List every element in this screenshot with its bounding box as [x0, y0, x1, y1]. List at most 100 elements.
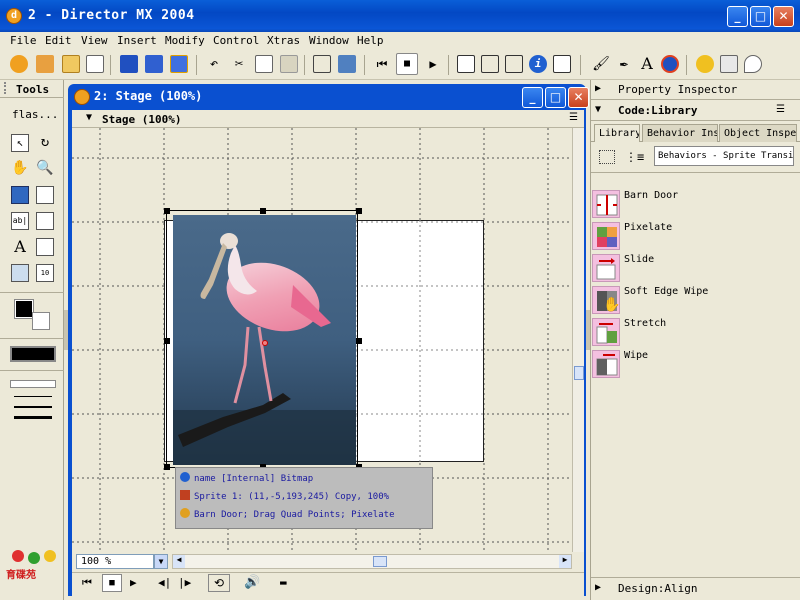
library-category-select[interactable]: Behaviors - Sprite Transit [654, 146, 794, 166]
foreground-color-swatch[interactable] [14, 299, 34, 319]
find-cast-member-icon[interactable] [313, 55, 331, 73]
close-button[interactable]: ✕ [773, 6, 794, 27]
undo-icon[interactable]: ↶ [205, 55, 223, 73]
left-splitter[interactable] [64, 310, 68, 350]
sprite-handle-bl[interactable] [164, 464, 170, 470]
save-all-icon[interactable] [145, 55, 163, 73]
menu-view[interactable]: View [81, 34, 108, 47]
save-icon[interactable] [120, 55, 138, 73]
tab-behavior-inspector[interactable]: Behavior Inspe [642, 124, 718, 142]
volume-icon[interactable]: 🔊 [244, 575, 260, 590]
selected-frames-icon[interactable]: ▬ [280, 576, 287, 589]
library-view-icon[interactable] [599, 150, 615, 164]
stop-icon[interactable]: ■ [396, 53, 418, 75]
maximize-button[interactable]: □ [750, 6, 771, 27]
stage-stop-icon[interactable]: ■ [102, 574, 122, 592]
library-options-icon[interactable]: ☰ [776, 104, 785, 115]
behavior-item-pixelate[interactable]: Pixelate [592, 222, 772, 252]
sprite-registration-point[interactable] [262, 340, 268, 346]
zoom-tool-icon[interactable]: 🔍 [36, 160, 54, 178]
right-splitter[interactable] [586, 310, 590, 350]
menu-xtras[interactable]: Xtras [267, 34, 300, 47]
cast-window-icon[interactable] [481, 55, 499, 73]
code-library-header[interactable]: ▼ Code:Library ☰ [591, 101, 800, 121]
field-tool-icon[interactable]: ab| [11, 212, 29, 230]
sprite-handle-ml[interactable] [164, 338, 170, 344]
paint-brush-icon[interactable]: 🖌 [592, 55, 610, 73]
sprite-handle-tm[interactable] [260, 208, 266, 214]
stage-vertical-scrollbar[interactable] [572, 128, 584, 552]
button-tool-icon[interactable] [11, 186, 29, 204]
import-icon[interactable] [86, 55, 104, 73]
hand-tool-icon[interactable]: ✋ [11, 160, 29, 178]
sprite-handle-tr[interactable] [356, 208, 362, 214]
stage-play-icon[interactable]: ▶ [130, 576, 137, 589]
collapse-arrow-icon[interactable]: ▼ [86, 112, 92, 123]
design-align-header[interactable]: ▶ Design:Align [591, 577, 800, 599]
line-width-3[interactable] [14, 416, 52, 419]
text-tool-icon[interactable]: A [11, 238, 29, 256]
rotate-tool-icon[interactable]: ↻ [36, 134, 54, 152]
menu-window[interactable]: Window [309, 34, 349, 47]
menu-help[interactable]: Help [357, 34, 384, 47]
vertical-scroll-thumb[interactable] [574, 366, 584, 380]
text-icon[interactable]: A [638, 55, 656, 73]
menu-edit[interactable]: Edit [45, 34, 72, 47]
tab-object-inspector[interactable]: Object Inspect [719, 124, 797, 142]
behavior-item-slide[interactable]: Slide [592, 254, 772, 284]
step-forward-icon[interactable]: |▶ [178, 576, 191, 589]
horizontal-scroll-thumb[interactable] [373, 556, 387, 567]
library-list-icon[interactable]: ⋮≡ [625, 150, 644, 164]
script-icon[interactable] [720, 55, 738, 73]
property-inspector-header[interactable]: ▶ Property Inspector [591, 80, 800, 100]
sprite-handle-mr[interactable] [356, 338, 362, 344]
behavior-icon[interactable] [696, 55, 714, 73]
behavior-item-stretch[interactable]: Stretch [592, 318, 772, 348]
director-app-icon[interactable]: d [6, 8, 22, 24]
rewind-icon[interactable]: ⏮ [373, 55, 391, 73]
stage-horizontal-scrollbar[interactable]: ◀ ▶ [172, 554, 572, 569]
shape-tool-icon[interactable] [11, 264, 29, 282]
sprite-handle-tl[interactable] [164, 208, 170, 214]
scroll-left-icon[interactable]: ◀ [173, 555, 185, 568]
stage-rewind-icon[interactable]: ⏮ [82, 576, 92, 590]
sprite-selection-box[interactable] [166, 210, 358, 468]
number-tool-icon[interactable]: 10 [36, 264, 54, 282]
open-folder-icon[interactable] [62, 55, 80, 73]
line-tool-icon[interactable] [36, 238, 54, 256]
shockwave-3d-icon[interactable] [661, 55, 679, 73]
checkbox-tool-icon[interactable] [36, 212, 54, 230]
menu-control[interactable]: Control [213, 34, 259, 47]
new-cast-icon[interactable] [36, 55, 54, 73]
publish-icon[interactable] [170, 55, 188, 73]
exchange-cast-icon[interactable] [338, 55, 356, 73]
behavior-item-soft-edge-wipe[interactable]: ✋ Soft Edge Wipe [592, 286, 772, 316]
arrow-tool-icon[interactable]: ↖ [11, 134, 29, 152]
stage-maximize-button[interactable]: □ [545, 87, 566, 108]
scroll-right-icon[interactable]: ▶ [559, 555, 571, 568]
copy-icon[interactable] [255, 55, 273, 73]
cut-icon[interactable]: ✂ [230, 55, 248, 73]
tool-type-dropdown[interactable]: flas... [12, 108, 58, 121]
library-icon[interactable] [553, 55, 571, 73]
step-back-icon[interactable]: ◀| [158, 576, 171, 589]
loop-icon[interactable]: ⟲ [208, 574, 230, 592]
tab-library[interactable]: Library [594, 124, 640, 142]
zoom-dropdown-arrow-icon[interactable]: ▼ [154, 554, 168, 569]
radio-tool-icon[interactable] [36, 186, 54, 204]
stage-window-icon[interactable] [457, 55, 475, 73]
menu-modify[interactable]: Modify [165, 34, 205, 47]
line-width-2[interactable] [14, 406, 52, 408]
behavior-item-wipe[interactable]: Wipe [592, 350, 772, 380]
background-color-swatch[interactable] [32, 312, 50, 330]
stage-options-icon[interactable]: ☰ [569, 112, 578, 123]
stage-minimize-button[interactable]: _ [522, 87, 543, 108]
line-width-1[interactable] [14, 396, 52, 397]
message-icon[interactable] [744, 55, 762, 73]
menu-insert[interactable]: Insert [117, 34, 157, 47]
menu-file[interactable]: File [10, 34, 37, 47]
score-window-icon[interactable] [505, 55, 523, 73]
property-inspector-icon[interactable]: i [529, 55, 547, 73]
new-movie-icon[interactable] [10, 55, 28, 73]
behavior-item-barn-door[interactable]: Barn Door [592, 190, 772, 220]
